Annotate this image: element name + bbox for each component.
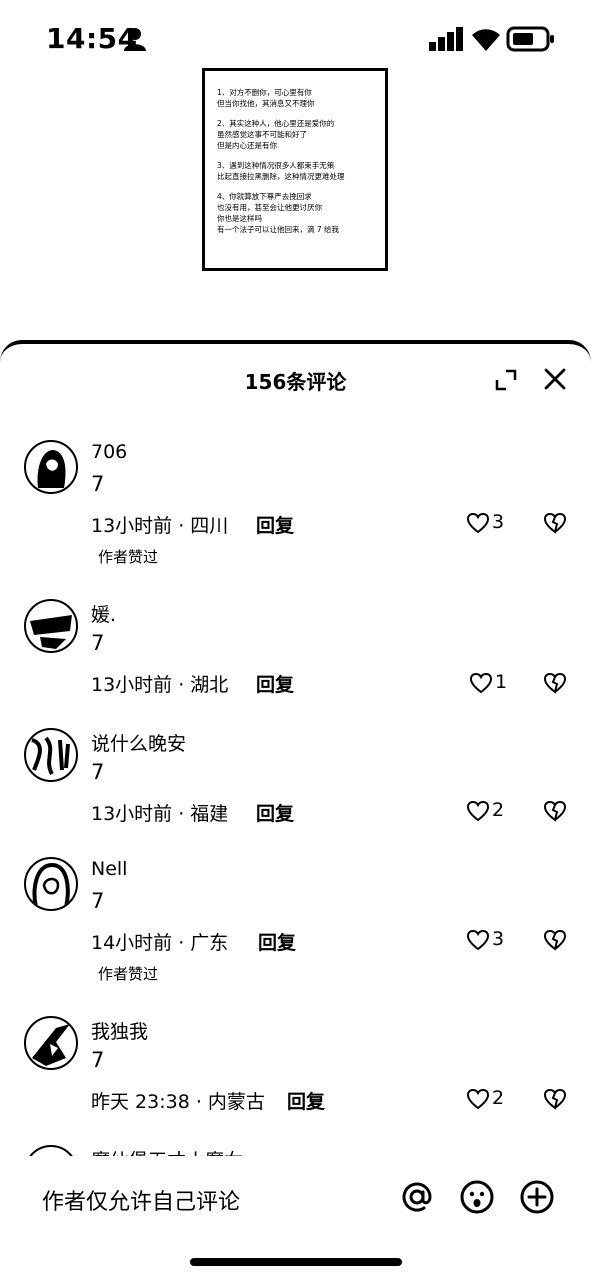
comment-text: 7 (91, 760, 105, 784)
comment-sheet: 156条评论 706 7 13小时前 · 四川 回复 3 作者赞过 媛. 7 1… (0, 340, 591, 1280)
close-icon[interactable] (542, 366, 568, 392)
avatar[interactable] (24, 728, 78, 782)
comment-meta: 14小时前 · 广东 (91, 932, 229, 954)
avatar[interactable] (24, 1016, 78, 1070)
plus-icon[interactable] (518, 1178, 556, 1216)
wifi-icon (472, 29, 500, 51)
battery-icon (506, 26, 554, 52)
like-count: 3 (492, 511, 505, 533)
comment-meta: 13小时前 · 湖北 (91, 674, 229, 696)
heart-icon[interactable] (469, 672, 493, 694)
comment-list[interactable]: 706 7 13小时前 · 四川 回复 3 作者赞过 媛. 7 13小时前 · … (0, 404, 591, 1156)
broken-heart-icon[interactable] (543, 672, 567, 694)
comment-meta: 13小时前 · 四川 (91, 515, 229, 537)
avatar[interactable] (24, 1145, 78, 1156)
author-liked-badge: 作者赞过 (98, 965, 159, 983)
home-indicator[interactable] (190, 1258, 402, 1266)
article-paragraph: 4、你就算放下尊严去挽回求 也没有用，甚至会让他更讨厌你 你也是这样吗 有一个法… (217, 192, 340, 234)
comment-meta: 昨天 23:38 · 内蒙古 (91, 1091, 265, 1113)
reply-button[interactable]: 回复 (258, 928, 296, 955)
heart-icon[interactable] (466, 800, 490, 822)
reply-button[interactable]: 回复 (256, 511, 294, 538)
like-count: 3 (492, 928, 505, 950)
broken-heart-icon[interactable] (543, 512, 567, 534)
comment-input[interactable]: 作者仅允许自己评论 (42, 1184, 240, 1216)
comment-username[interactable]: 媛. (91, 600, 116, 627)
avatar[interactable] (24, 599, 78, 653)
reply-button[interactable]: 回复 (287, 1087, 325, 1114)
at-icon[interactable] (398, 1178, 436, 1216)
comment-username[interactable]: 魔仙堡天才小魔女 (91, 1146, 243, 1156)
article-paragraph: 1、对方不删你，可心里有你 但当你找他，其消息又不理你 (217, 88, 315, 108)
heart-icon[interactable] (466, 1088, 490, 1110)
signal-icon (429, 27, 463, 51)
reply-button[interactable]: 回复 (256, 799, 294, 826)
article-paragraph: 3、遇到这种情况很多人都束手无策 比起直接拉黑删除，这种情况更难处理 (217, 161, 345, 181)
comment-username[interactable]: Nell (91, 858, 127, 880)
broken-heart-icon[interactable] (543, 800, 567, 822)
comment-text: 7 (91, 631, 105, 655)
comment-meta: 13小时前 · 福建 (91, 803, 229, 825)
comment-username[interactable]: 我独我 (91, 1017, 148, 1044)
person-icon (124, 28, 146, 51)
comment-text: 7 (91, 472, 105, 496)
heart-icon[interactable] (466, 929, 490, 951)
like-count: 1 (495, 671, 508, 693)
comment-username[interactable]: 说什么晚安 (91, 729, 186, 756)
article-paragraph: 2、其实这种人，他心里还是爱你的 虽然感觉这事不可能和好了 但是内心还是有你 (217, 119, 335, 150)
broken-heart-icon[interactable] (543, 1088, 567, 1110)
reply-button[interactable]: 回复 (256, 670, 294, 697)
avatar[interactable] (24, 440, 78, 494)
heart-icon[interactable] (466, 512, 490, 534)
author-liked-badge: 作者赞过 (98, 548, 159, 566)
comment-text: 7 (91, 889, 105, 913)
like-count: 2 (492, 1087, 505, 1109)
article-image[interactable]: 1、对方不删你，可心里有你 但当你找他，其消息又不理你 2、其实这种人，他心里还… (202, 68, 388, 271)
broken-heart-icon[interactable] (543, 929, 567, 951)
like-count: 2 (492, 799, 505, 821)
expand-icon[interactable] (494, 368, 518, 392)
comment-username[interactable]: 706 (91, 441, 127, 463)
comment-text: 7 (91, 1048, 105, 1072)
emoji-icon[interactable] (458, 1178, 496, 1216)
avatar[interactable] (24, 857, 78, 911)
